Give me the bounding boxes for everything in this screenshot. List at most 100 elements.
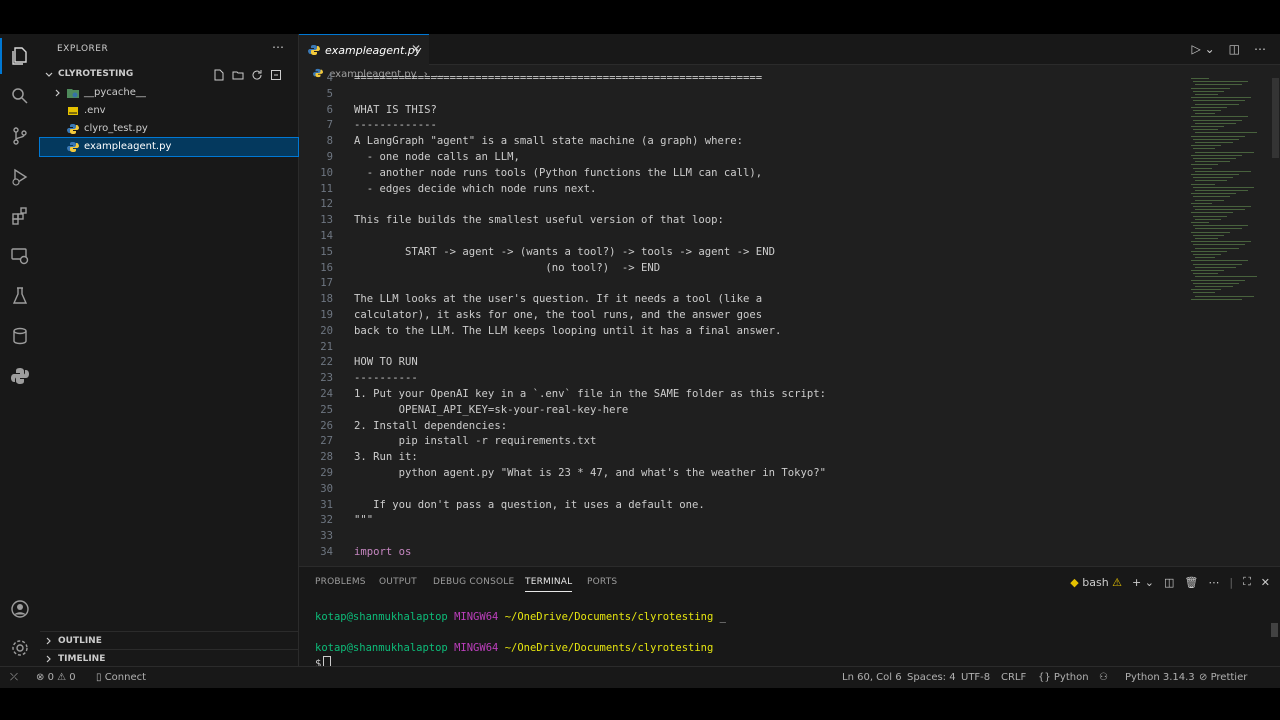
terminal-path: ~/OneDrive/Documents/clyrotesting	[504, 611, 714, 623]
code-line: 3. Run it:	[354, 451, 418, 463]
minimap-line	[1191, 164, 1218, 166]
connect-button[interactable]: ▯ Connect	[96, 672, 146, 683]
minimap-line	[1193, 282, 1239, 284]
close-panel-icon[interactable]: ✕	[1261, 576, 1270, 589]
prettier-status[interactable]: ⊘ Prettier	[1199, 672, 1247, 683]
language-mode[interactable]: {} Python	[1038, 672, 1089, 683]
more-actions-icon[interactable]: ⋯	[1208, 576, 1219, 589]
close-icon[interactable]: ✕	[411, 42, 421, 56]
explorer-sidebar: EXPLORER ⋯ CLYROTESTING __pycache__ .env…	[39, 34, 299, 666]
python-icon[interactable]	[8, 364, 32, 388]
refresh-icon[interactable]	[250, 68, 263, 81]
database-icon[interactable]	[8, 324, 32, 348]
minimap-line	[1191, 241, 1251, 243]
tab-exampleagent[interactable]: exampleagent.py ✕	[299, 34, 429, 65]
prettier-label: Prettier	[1210, 672, 1248, 683]
minimap-line	[1191, 222, 1209, 223]
collapse-all-icon[interactable]	[269, 68, 282, 81]
indentation[interactable]: Spaces: 4	[907, 672, 956, 683]
line-number: 34	[320, 546, 333, 558]
warning-icon: ⚠	[1112, 575, 1123, 589]
more-actions-icon[interactable]: ⋯	[272, 40, 284, 54]
editor-scrollbar[interactable]	[1270, 78, 1280, 566]
remote-indicator-icon[interactable]: ⤫	[10, 672, 18, 683]
minimap-line	[1195, 276, 1257, 278]
line-number: 11	[320, 183, 333, 195]
remote-explorer-icon[interactable]	[8, 244, 32, 268]
split-terminal-icon[interactable]: ◫	[1164, 576, 1174, 589]
testing-flask-icon[interactable]	[8, 284, 32, 308]
account-icon[interactable]	[8, 597, 32, 621]
source-control-icon[interactable]	[8, 124, 32, 148]
chevron-right-icon	[55, 89, 60, 97]
activity-bar	[0, 34, 41, 666]
error-count: 0	[47, 672, 54, 683]
minimap-line	[1191, 87, 1230, 89]
new-file-icon[interactable]	[212, 68, 225, 81]
cursor-position[interactable]: Ln 60, Col 6	[842, 672, 902, 683]
line-number: 8	[326, 135, 333, 147]
line-number: 25	[320, 404, 333, 416]
minimap[interactable]	[1191, 78, 1271, 318]
python-interpreter[interactable]: Python 3.14.3	[1125, 672, 1195, 683]
tree-item-clyro-test[interactable]: clyro_test.py	[40, 120, 298, 138]
minimap-line	[1193, 254, 1221, 255]
code-view[interactable]: 4 =======================================…	[299, 72, 1179, 566]
line-number: 19	[320, 309, 333, 321]
more-actions-icon[interactable]: ⋯	[1254, 42, 1266, 56]
line-ending[interactable]: CRLF	[1001, 672, 1026, 683]
line-number: 14	[320, 230, 333, 242]
workspace-section-header[interactable]: CLYROTESTING	[40, 66, 298, 84]
chevron-down-icon	[45, 72, 53, 77]
trash-icon[interactable]: 🗑︎	[1184, 576, 1198, 589]
line-number: 30	[320, 483, 333, 495]
shell-icon: ◆	[1070, 575, 1079, 589]
tab-label: exampleagent.py	[325, 44, 422, 57]
line-number: 5	[326, 88, 333, 100]
explorer-icon[interactable]	[0, 38, 32, 74]
search-icon[interactable]	[8, 84, 32, 108]
extensions-icon[interactable]	[8, 204, 32, 228]
tree-item-pycache[interactable]: __pycache__	[40, 84, 298, 102]
minimap-line	[1193, 196, 1230, 198]
minimap-line	[1193, 81, 1248, 83]
new-folder-icon[interactable]	[231, 68, 244, 81]
scrollbar-thumb[interactable]	[1272, 78, 1279, 158]
tab-ports[interactable]: PORTS	[587, 577, 617, 587]
code-line: 1. Put your OpenAI key in a `.env` file …	[354, 388, 826, 400]
outline-section-header[interactable]: OUTLINE	[40, 631, 298, 650]
minimap-line	[1195, 180, 1227, 182]
maximize-panel-icon[interactable]: ⛶	[1243, 575, 1251, 589]
new-terminal-icon[interactable]: + ⌄	[1132, 576, 1154, 589]
tab-output[interactable]: OUTPUT	[379, 577, 417, 587]
minimap-line	[1191, 231, 1230, 233]
minimap-line	[1195, 113, 1215, 115]
code-line: If you don't pass a question, it uses a …	[354, 499, 705, 511]
encoding[interactable]: UTF-8	[961, 672, 990, 683]
vscode-window: EXPLORER ⋯ CLYROTESTING __pycache__ .env…	[0, 34, 1280, 688]
minimap-line	[1191, 193, 1236, 195]
terminal-shell-selector[interactable]: ◆ bash ⚠	[1070, 576, 1122, 589]
run-debug-icon[interactable]	[8, 165, 32, 189]
folder-icon	[67, 89, 79, 98]
tab-debug-console[interactable]: DEBUG CONSOLE	[433, 577, 514, 587]
tab-problems[interactable]: PROBLEMS	[315, 577, 366, 587]
code-line: This file builds the smallest useful ver…	[354, 214, 724, 226]
line-number: 23	[320, 372, 333, 384]
problems-indicator[interactable]: ⊗ 0 ⚠ 0	[36, 672, 76, 683]
minimap-line	[1193, 273, 1218, 275]
tree-item-env[interactable]: .env	[40, 102, 298, 120]
minimap-line	[1195, 122, 1236, 124]
code-line: ----------	[354, 372, 418, 384]
terminal-scrollbar[interactable]	[1271, 623, 1278, 637]
line-number: 9	[326, 151, 333, 163]
settings-gear-icon[interactable]	[8, 636, 32, 660]
line-number: 17	[320, 277, 333, 289]
line-number: 13	[320, 214, 333, 226]
run-icon[interactable]: ▷ ⌄	[1192, 42, 1215, 56]
split-editor-icon[interactable]: ◫	[1229, 42, 1240, 56]
copilot-icon[interactable]: ⚇	[1099, 672, 1108, 683]
tab-terminal[interactable]: TERMINAL	[525, 577, 573, 592]
tree-item-exampleagent[interactable]: exampleagent.py	[39, 137, 299, 157]
tree-item-label: exampleagent.py	[84, 141, 172, 152]
